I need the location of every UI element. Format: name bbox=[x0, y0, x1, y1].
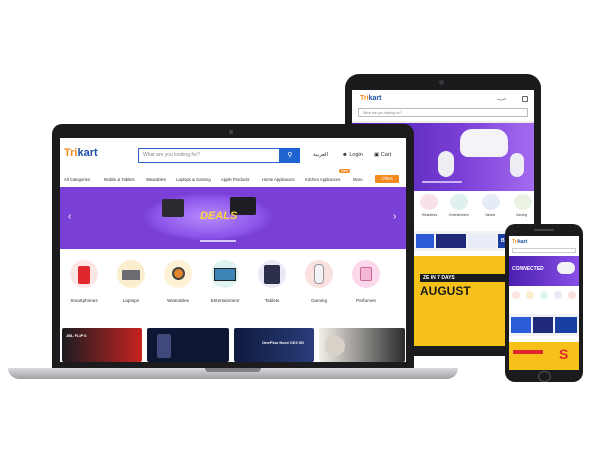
tablet-cart-icon[interactable] bbox=[522, 96, 528, 102]
laptop-camera bbox=[229, 130, 233, 134]
promo-tile-oneplus[interactable]: OnePlus Nord CE3 5G bbox=[234, 328, 314, 362]
vr-headset-image bbox=[460, 129, 508, 157]
search-input[interactable]: What are you looking for? bbox=[138, 148, 280, 163]
promo-tile[interactable] bbox=[436, 234, 466, 248]
tablet-icon bbox=[264, 265, 280, 284]
category-label-gaming[interactable]: Gaming bbox=[299, 298, 339, 303]
promo-tile[interactable] bbox=[416, 234, 434, 248]
phone-search-input[interactable] bbox=[512, 248, 576, 253]
nav-apple-products[interactable]: Apple Products bbox=[221, 177, 249, 182]
category-icon[interactable] bbox=[512, 291, 520, 299]
promo-tile-2[interactable] bbox=[147, 328, 229, 362]
nav-laptops-gaming[interactable]: Laptops & Gaming bbox=[176, 177, 211, 182]
perfume-icon bbox=[360, 267, 372, 281]
search-button[interactable]: ⚲ bbox=[280, 148, 300, 163]
promo-tile[interactable] bbox=[555, 317, 577, 333]
nav-offers-button[interactable]: Offers bbox=[375, 175, 399, 183]
category-icon[interactable] bbox=[526, 291, 534, 299]
phone-home-button[interactable] bbox=[538, 371, 551, 382]
user-icon: ☻ bbox=[342, 152, 348, 158]
tablet-camera bbox=[439, 80, 444, 85]
nav-more[interactable]: More bbox=[353, 177, 363, 182]
vr-controller-image bbox=[438, 151, 454, 177]
category-gaming-image[interactable] bbox=[305, 260, 333, 288]
promo-tile[interactable] bbox=[533, 317, 553, 333]
phone-hero-banner[interactable]: CONNECTED bbox=[509, 256, 579, 286]
phone-sale-banner[interactable]: S bbox=[509, 342, 579, 370]
phone-sale-text: S bbox=[559, 346, 569, 362]
promo-tile[interactable] bbox=[468, 234, 496, 248]
promo-tile-4[interactable] bbox=[319, 328, 405, 362]
cart-link[interactable]: ▣ Cart bbox=[374, 152, 391, 158]
nav-all-categories[interactable]: All Categories bbox=[64, 177, 90, 182]
login-link[interactable]: ☻ Login bbox=[342, 152, 363, 158]
category-label-tablets[interactable]: Tablets bbox=[252, 298, 292, 303]
tablet-search-input[interactable]: What are you looking for? bbox=[358, 108, 528, 117]
phone-speaker bbox=[534, 229, 554, 231]
tablet-category-tablets-image[interactable] bbox=[482, 194, 500, 210]
carousel-dots[interactable] bbox=[422, 181, 462, 183]
category-label-smartphones[interactable]: Smartphones bbox=[64, 298, 104, 303]
promo-tile[interactable] bbox=[511, 317, 531, 333]
category-label-wearables[interactable]: Wearables bbox=[158, 298, 198, 303]
smartphone-icon bbox=[78, 266, 90, 284]
phone-logo[interactable]: Trikart bbox=[512, 239, 527, 245]
category-label-laptops[interactable]: Laptops bbox=[111, 298, 151, 303]
hero-banner[interactable]: ‹ › DEALS bbox=[60, 187, 406, 249]
cart-icon: ▣ bbox=[374, 152, 380, 158]
category-label-perfumes[interactable]: Perfumes bbox=[346, 298, 386, 303]
category-entertainment-image[interactable] bbox=[211, 260, 239, 288]
phone-hero-title: CONNECTED bbox=[512, 266, 544, 272]
banner-dots[interactable] bbox=[200, 240, 236, 242]
nav-mobile-tablets[interactable]: Mobile & Tablets bbox=[104, 177, 135, 182]
category-smartphones-image[interactable] bbox=[70, 260, 98, 288]
tablet-category-wearables-image[interactable] bbox=[420, 194, 438, 210]
watch-icon bbox=[171, 267, 185, 280]
search-icon: ⚲ bbox=[287, 152, 293, 159]
product-image bbox=[325, 336, 345, 356]
sale-stripe bbox=[513, 350, 543, 354]
phone-category-row[interactable] bbox=[512, 291, 576, 301]
phone-screen: Trikart CONNECTED S bbox=[509, 236, 579, 370]
category-laptops-image[interactable] bbox=[117, 260, 145, 288]
nav-kitchen-appliances[interactable]: Kitchen Appliances bbox=[305, 177, 340, 182]
category-icon[interactable] bbox=[554, 291, 562, 299]
banner-headline: DEALS bbox=[200, 210, 238, 222]
category-perfumes-image[interactable] bbox=[352, 260, 380, 288]
banner-next-arrow[interactable]: › bbox=[393, 211, 396, 222]
category-label-entertainment[interactable]: Entertainment bbox=[205, 298, 245, 303]
promo-tile-jbl[interactable]: JBL FLIP 6 bbox=[62, 328, 142, 362]
promo-title: JBL FLIP 6 bbox=[66, 333, 87, 338]
promo-title: OnePlus Nord CE3 5G bbox=[262, 340, 305, 345]
category-icon[interactable] bbox=[540, 291, 548, 299]
vr-controller-image bbox=[510, 153, 524, 177]
tablet-category-label: Entertainment bbox=[449, 213, 469, 217]
product-image bbox=[157, 334, 171, 358]
laptop-icon bbox=[122, 270, 140, 280]
site-logo[interactable]: Trikart bbox=[64, 147, 98, 159]
tablet-language-toggle[interactable]: العربية bbox=[497, 97, 506, 101]
banner-product-image bbox=[162, 199, 184, 217]
phone-promo-strip[interactable] bbox=[509, 314, 579, 336]
nav-wearables[interactable]: Wearables bbox=[146, 177, 166, 182]
tablet-category-label: Wearables bbox=[422, 213, 438, 217]
tablet-logo[interactable]: Trikart bbox=[360, 95, 381, 102]
category-tablets-image[interactable] bbox=[258, 260, 286, 288]
sale-line-2: AUGUST bbox=[420, 284, 471, 298]
banner-prev-arrow[interactable]: ‹ bbox=[68, 211, 71, 222]
category-wearables-image[interactable] bbox=[164, 260, 192, 288]
nav-new-badge: New bbox=[339, 169, 351, 173]
laptop-hinge-notch bbox=[205, 368, 261, 372]
tablet-category-label: Gaming bbox=[516, 213, 528, 217]
vr-headset-image bbox=[557, 262, 575, 274]
category-icon[interactable] bbox=[568, 291, 576, 299]
tablet-category-label: Tablets bbox=[485, 213, 496, 217]
console-icon bbox=[314, 264, 324, 284]
tablet-category-gaming-image[interactable] bbox=[514, 194, 532, 210]
tablet-category-entertainment-image[interactable] bbox=[450, 194, 468, 210]
nav-home-appliances[interactable]: Home Appliances bbox=[262, 177, 295, 182]
language-toggle[interactable]: العربية bbox=[313, 152, 328, 158]
tv-icon bbox=[214, 268, 236, 281]
laptop-screen: Trikart What are you looking for? ⚲ العر… bbox=[60, 138, 406, 362]
